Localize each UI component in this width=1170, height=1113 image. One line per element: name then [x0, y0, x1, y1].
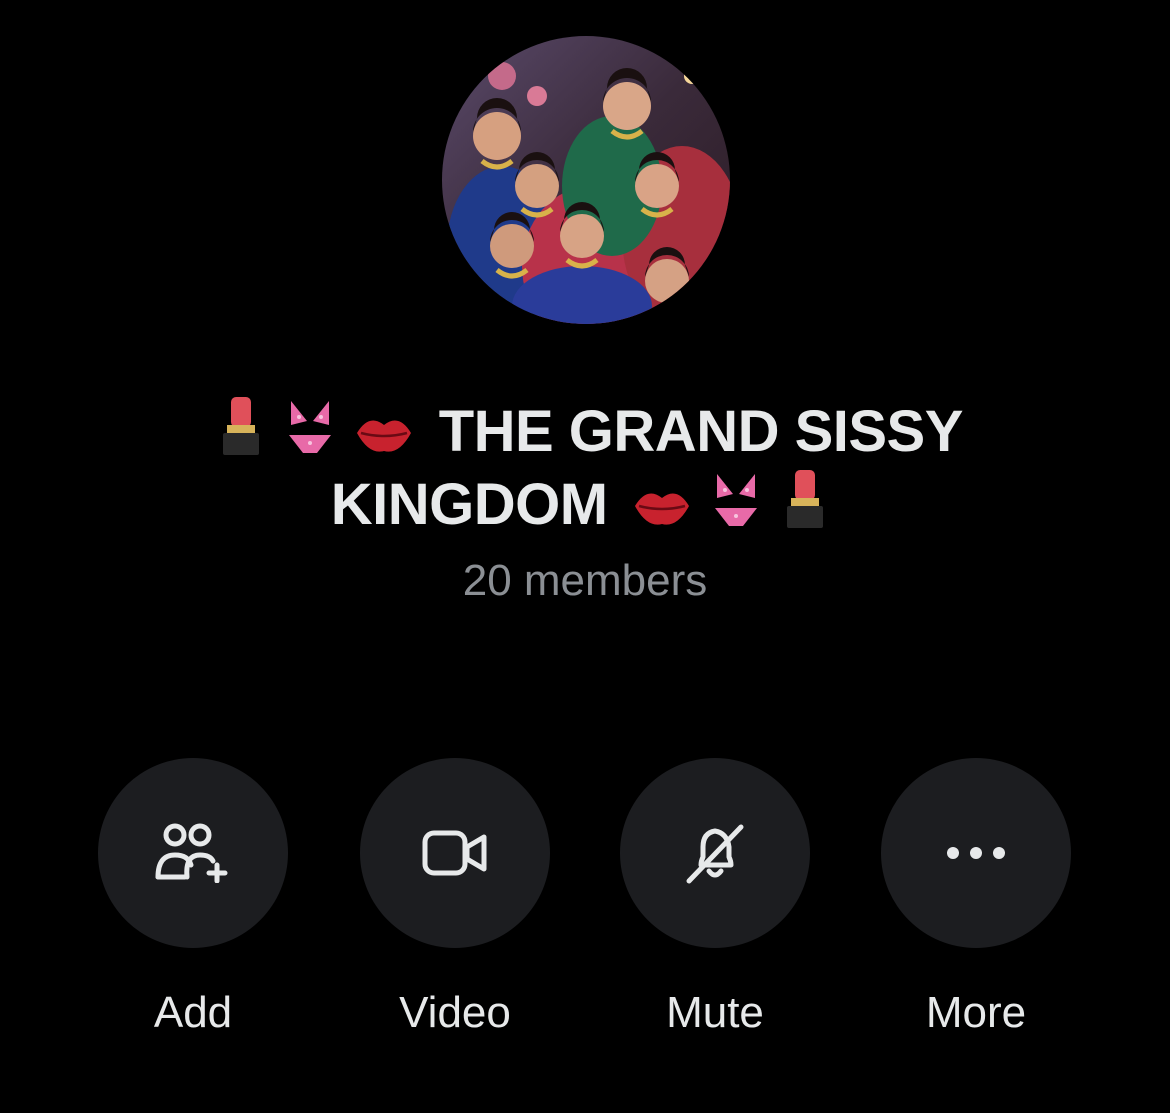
ellipsis-icon: [947, 847, 1005, 859]
video-label: Video: [399, 988, 511, 1037]
bikini-emoji: [711, 468, 761, 530]
add-people-icon: [155, 823, 228, 883]
mute-button-circle[interactable]: [620, 758, 810, 948]
bell-slash-icon: [686, 824, 744, 884]
group-name-line1: THE GRAND SISSY: [438, 399, 964, 464]
mute-button[interactable]: Mute: [620, 758, 810, 1038]
member-count[interactable]: 20 members: [0, 556, 1170, 606]
mute-label: Mute: [666, 988, 764, 1037]
group-name: THE GRAND SISSY KINGDOM: [160, 395, 1010, 541]
add-label: Add: [153, 988, 233, 1037]
bikini-emoji: [285, 395, 335, 457]
video-camera-icon: [422, 830, 487, 876]
lipstick-emoji: [217, 395, 265, 457]
video-button[interactable]: Video: [360, 758, 550, 1038]
kiss-mark-emoji: [355, 411, 413, 457]
add-button[interactable]: Add: [98, 758, 288, 1038]
more-button[interactable]: More: [881, 758, 1071, 1038]
group-name-line2: KINGDOM: [330, 472, 608, 537]
more-label: More: [925, 988, 1027, 1037]
group-avatar[interactable]: [442, 36, 730, 324]
kiss-mark-emoji: [633, 484, 691, 530]
video-button-circle[interactable]: [360, 758, 550, 948]
more-button-circle[interactable]: [881, 758, 1071, 948]
add-button-circle[interactable]: [98, 758, 288, 948]
action-bar: Add Video Mute More: [0, 758, 1170, 1058]
lipstick-emoji: [781, 468, 829, 530]
